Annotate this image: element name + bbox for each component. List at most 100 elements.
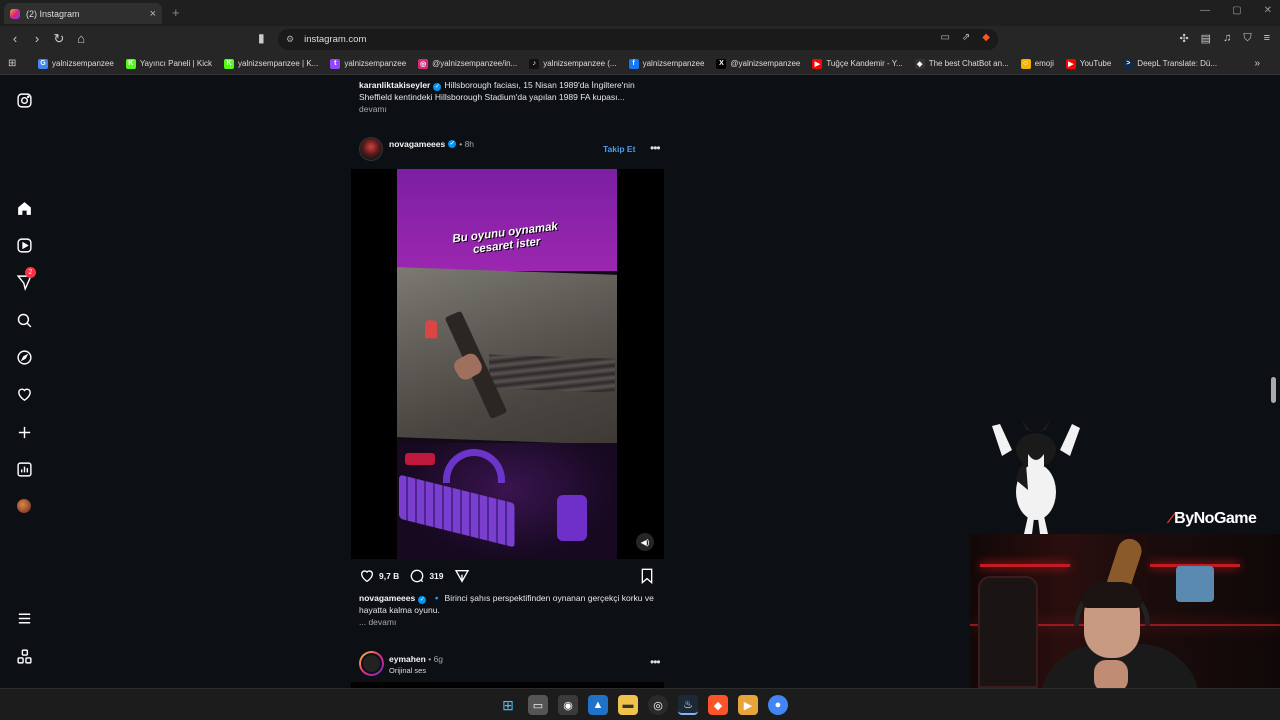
reels-icon[interactable] <box>14 235 34 255</box>
heart-notifications-icon[interactable] <box>14 384 34 404</box>
bookmark-page-icon[interactable]: ▮ <box>258 31 265 45</box>
next-post-avatar[interactable] <box>359 651 384 676</box>
audio-toggle-icon[interactable]: ◀) <box>636 533 654 551</box>
maximize-button[interactable]: ▢ <box>1232 5 1241 16</box>
like-count[interactable]: 9,7 B <box>379 571 399 581</box>
cast-icon[interactable]: ▭ <box>940 32 949 43</box>
bookmark-item[interactable]: K Yayıncı Paneli | Kick <box>125 58 212 69</box>
bookmark-item[interactable]: ◆ The best ChatBot an... <box>914 58 1009 69</box>
media-icon[interactable]: ♫ <box>1223 32 1231 45</box>
bookmarks-overflow-icon[interactable]: » <box>1254 58 1260 69</box>
next-post-options-icon[interactable]: ••• <box>650 655 661 669</box>
bookmark-item[interactable]: ◎ @yalnizsempanzee/in... <box>418 58 518 69</box>
site-info-icon[interactable]: ⚙ <box>286 34 294 45</box>
menu-icon[interactable]: ≡ <box>1264 32 1270 45</box>
verified-badge-icon: ✓ <box>448 140 457 148</box>
next-post-audio[interactable]: Orijinal ses <box>389 666 426 675</box>
instagram-logo-icon[interactable] <box>14 90 34 110</box>
sidebar-toggle-icon[interactable]: ▤ <box>1201 32 1211 45</box>
bookmark-item[interactable]: ▶ YouTube <box>1065 58 1111 69</box>
tiktok-icon: ♪ <box>529 58 540 69</box>
bookmark-label: Tuğçe Kandemir - Y... <box>826 59 903 68</box>
brave-browser-icon[interactable]: ◆ <box>708 695 728 715</box>
address-bar[interactable]: ⚙ instagram.com ▭ ⇗ ◆ <box>278 29 998 50</box>
meta-apps-icon[interactable] <box>14 646 34 666</box>
back-icon[interactable]: ‹ <box>8 31 22 47</box>
post-author: novagameees ✓ • 8h <box>389 139 474 149</box>
verified-badge-icon: ✓ <box>418 596 427 604</box>
reload-icon[interactable]: ↻ <box>52 31 66 47</box>
notification-badge: 2 <box>25 267 36 278</box>
post-username[interactable]: novagameees <box>389 139 445 149</box>
instagram-feed: karanliktakiseyler ✓ Hillsborough faciası,… <box>351 76 664 688</box>
bookmark-label: yalnizsempanzee (... <box>543 59 617 68</box>
obs-studio-icon[interactable]: ◎ <box>648 695 668 715</box>
extensions-icon[interactable]: ✣ <box>1179 32 1188 45</box>
caption-username[interactable]: novagameees <box>359 593 415 603</box>
prev-post-more-link[interactable]: devamı <box>359 104 387 114</box>
bynogame-brand: ByNoGame <box>1174 510 1257 527</box>
create-plus-icon[interactable] <box>14 422 34 442</box>
messages-icon[interactable]: 2 <box>14 267 36 292</box>
dancing-cat-sticker <box>992 420 1080 534</box>
home-nav-icon[interactable] <box>14 198 34 218</box>
chrome-icon[interactable]: ● <box>768 695 788 715</box>
bookmark-label: DeepL Translate: Dü... <box>1137 59 1218 68</box>
bynogame-logo: ⁄ ByNoGame <box>1170 510 1257 528</box>
comment-icon[interactable] <box>409 568 425 584</box>
bookmark-item[interactable]: ☺ emoji <box>1020 58 1054 69</box>
share-icon[interactable]: ⇗ <box>962 32 970 43</box>
next-post-username[interactable]: eymahen <box>389 654 426 664</box>
bookmark-item[interactable]: X @yalnizsempanzee <box>716 58 800 69</box>
post-time: • 8h <box>459 139 475 149</box>
share-send-icon[interactable] <box>454 568 470 584</box>
google-icon: G <box>38 58 48 69</box>
post-caption: novagameees ✓ 🔹 Birinci şahıs perspektifi… <box>359 592 659 628</box>
bookmark-item[interactable]: f yalnizsempanzee <box>628 58 704 69</box>
forward-icon[interactable]: › <box>30 31 44 47</box>
browser-tab[interactable]: (2) Instagram × <box>4 3 162 24</box>
follow-button[interactable]: Takip Et <box>603 144 635 154</box>
photos-icon[interactable]: ▲ <box>588 695 608 715</box>
apps-grid-icon[interactable]: ⊞ <box>8 58 22 69</box>
obs-icon[interactable]: ◉ <box>558 695 578 715</box>
bookmark-item[interactable]: Gyalnizsempanzee <box>38 58 114 69</box>
page-scrollbar[interactable] <box>1271 377 1276 403</box>
more-menu-icon[interactable] <box>14 608 34 628</box>
windows-taskbar: ⊞ ▭ ◉ ▲ ▬ ◎ ♨ ◆ ▶ ● <box>0 688 1280 720</box>
prev-post-username[interactable]: karanliktakiseyler <box>359 80 430 90</box>
explore-compass-icon[interactable] <box>14 347 34 367</box>
bookmark-item[interactable]: Kyalnizsempanzee | K... <box>224 58 318 69</box>
bookmark-label: emoji <box>1034 59 1054 68</box>
dashboard-icon[interactable] <box>14 459 34 479</box>
windows-start-icon[interactable]: ⊞ <box>498 695 518 715</box>
bookmark-label: The best ChatBot an... <box>928 59 1009 68</box>
search-icon[interactable] <box>14 310 34 330</box>
tab-close-icon[interactable]: × <box>150 8 156 20</box>
bookmark-item[interactable]: > DeepL Translate: Dü... <box>1123 58 1218 69</box>
media-player-icon[interactable]: ▶ <box>738 695 758 715</box>
post-options-icon[interactable]: ••• <box>650 141 661 155</box>
close-window-button[interactable]: ✕ <box>1264 5 1272 16</box>
like-heart-icon[interactable] <box>359 568 375 584</box>
post-video[interactable]: Bu oyunu oynamak cesaret ister ◀) <box>351 169 664 559</box>
home-icon[interactable]: ⌂ <box>74 31 88 47</box>
caption-more-link[interactable]: ... devamı <box>359 617 396 627</box>
bookmark-item[interactable]: ♪ yalnizsempanzee (... <box>529 58 617 69</box>
facebook-icon: f <box>628 58 639 69</box>
new-tab-button[interactable]: + <box>172 5 180 20</box>
bookmark-item[interactable]: t yalnizsempanzee <box>330 58 406 69</box>
vpn-icon[interactable]: ⛉ <box>1243 32 1251 45</box>
task-view-icon[interactable]: ▭ <box>528 695 548 715</box>
profile-avatar[interactable] <box>14 496 34 516</box>
comment-count[interactable]: 319 <box>429 571 443 581</box>
file-explorer-icon[interactable]: ▬ <box>618 695 638 715</box>
brave-shield-icon[interactable]: ◆ <box>982 32 990 43</box>
post-actions: 9,7 B 319 <box>359 566 659 586</box>
minimize-button[interactable]: — <box>1200 5 1210 16</box>
bookmark-label: @yalnizsempanzee/in... <box>432 59 518 68</box>
bookmark-item[interactable]: ▶ Tuğçe Kandemir - Y... <box>812 58 903 69</box>
steam-icon[interactable]: ♨ <box>678 695 698 715</box>
save-bookmark-icon[interactable] <box>640 568 654 584</box>
post-author-avatar[interactable] <box>359 137 383 161</box>
